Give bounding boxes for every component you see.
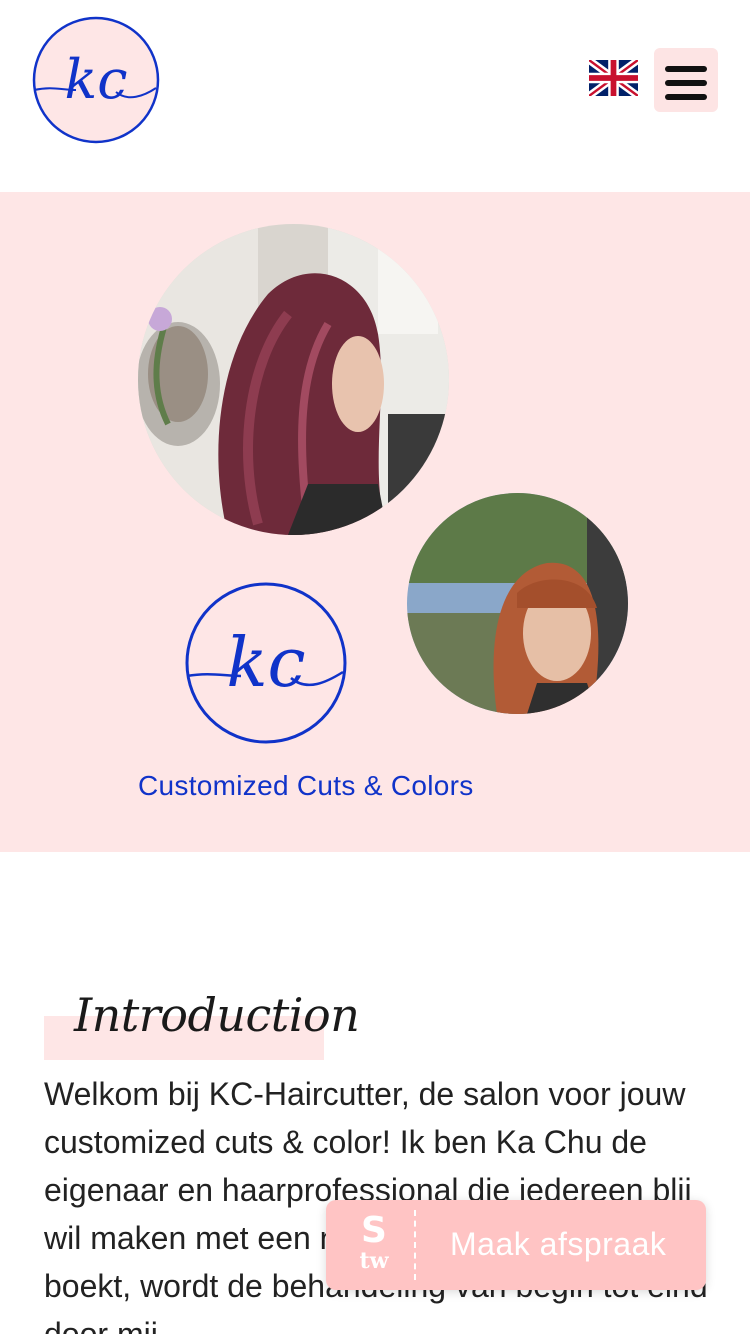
book-appointment-button[interactable]: S tw Maak afspraak	[326, 1200, 706, 1290]
uk-flag-icon[interactable]	[589, 60, 638, 96]
kc-logo[interactable]: kc	[32, 16, 160, 144]
hero-section: kc Customized Cuts & Colors	[0, 192, 750, 852]
salonized-icon: S tw	[350, 1212, 398, 1278]
salonized-icon-s: S	[361, 1210, 387, 1251]
hamburger-menu-button[interactable]	[654, 48, 718, 112]
intro-heading: Introduction	[74, 988, 360, 1042]
intro-heading-block: Introduction	[44, 988, 360, 1060]
button-divider	[414, 1210, 416, 1280]
hero-photo-copper-bob	[407, 493, 628, 714]
hero-tagline: Customized Cuts & Colors	[138, 770, 474, 801]
logo-text: kc	[65, 48, 128, 111]
salonized-icon-tw: tw	[359, 1248, 389, 1274]
hero-photo-burgundy-hair	[138, 224, 449, 535]
hamburger-icon-bar	[665, 94, 707, 100]
book-appointment-label: Maak afspraak	[450, 1226, 667, 1262]
kc-logo-large: kc	[185, 582, 347, 744]
hamburger-icon-bar	[665, 80, 707, 86]
site-header: kc	[0, 0, 750, 192]
hamburger-icon-bar	[665, 66, 707, 72]
logo-text: kc	[226, 624, 305, 703]
